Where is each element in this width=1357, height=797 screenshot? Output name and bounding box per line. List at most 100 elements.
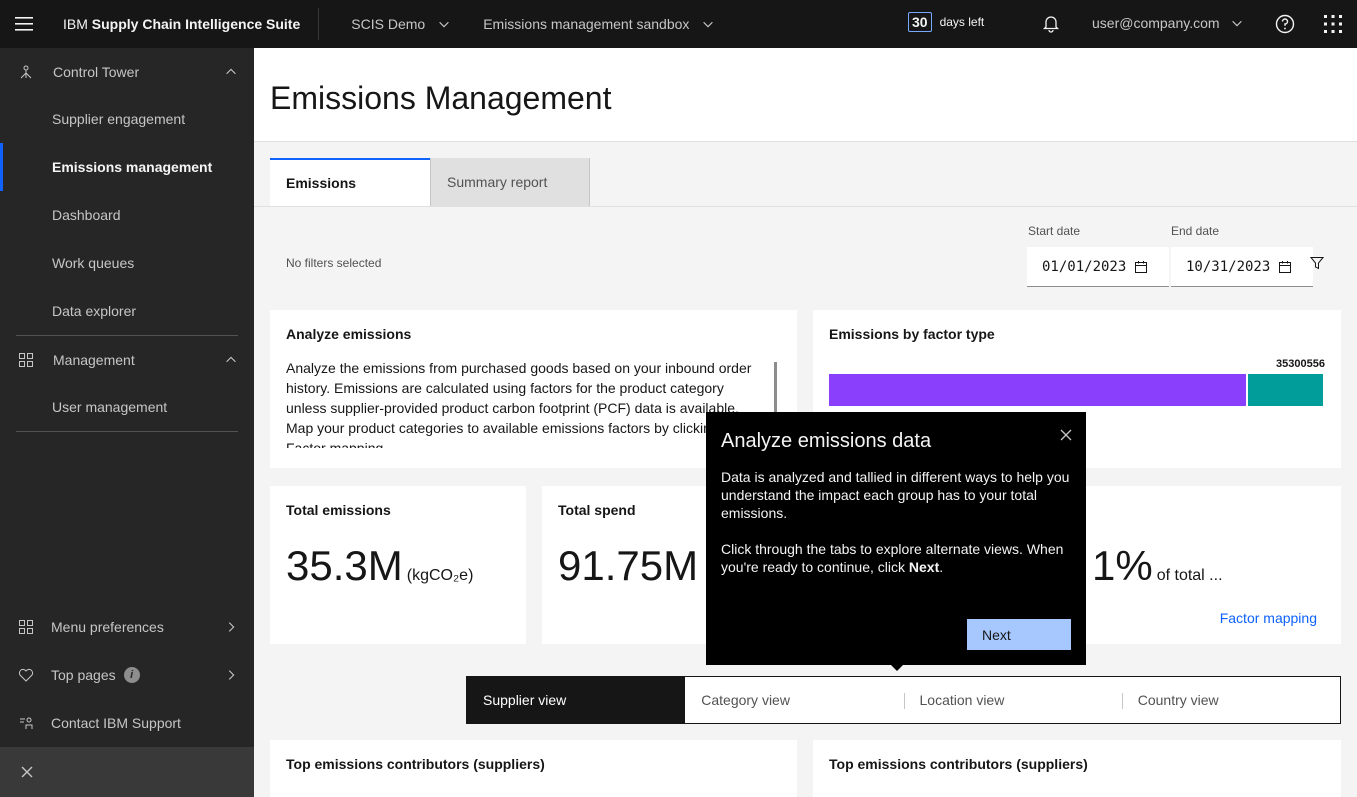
- tour-text: Click through the tabs to explore altern…: [721, 541, 1064, 575]
- supplier-view-tab[interactable]: Supplier view: [467, 677, 686, 723]
- bar-segment[interactable]: [829, 374, 1246, 406]
- tour-paragraph: Click through the tabs to explore altern…: [721, 540, 1071, 576]
- nav-contact-support[interactable]: Contact IBM Support: [0, 699, 254, 747]
- kpi-value: 35.3M (kgCO₂e): [286, 542, 473, 590]
- close-icon[interactable]: [1060, 428, 1072, 446]
- brand-prefix: IBM: [63, 16, 88, 32]
- nav-group-label: Control Tower: [53, 63, 140, 80]
- tour-body: Data is analyzed and tallied in differen…: [721, 468, 1071, 576]
- next-button[interactable]: Next: [967, 619, 1071, 650]
- chevron-right-icon: [228, 670, 235, 680]
- chevron-down-icon: [703, 21, 714, 28]
- chevron-right-icon: [228, 622, 235, 632]
- top-contributors-chart-card: Top emissions contributors (suppliers): [813, 740, 1341, 797]
- chevron-up-icon: [226, 68, 236, 75]
- network-icon: [18, 63, 36, 81]
- tab-list: Emissions Summary report: [270, 158, 590, 206]
- card-title: Total emissions: [286, 502, 391, 518]
- card-title: Analyze emissions: [286, 326, 412, 342]
- filter-icon[interactable]: [1309, 256, 1325, 275]
- trial-days-left: 30 days left: [908, 12, 984, 32]
- tour-emphasis: Next: [908, 559, 940, 575]
- guided-tour-popover: Analyze emissions data Data is analyzed …: [706, 412, 1086, 671]
- nav-item-work-queues[interactable]: Work queues: [0, 239, 254, 287]
- days-text: days left: [939, 15, 985, 29]
- notification-icon[interactable]: [1041, 13, 1061, 38]
- tour-title: Analyze emissions data: [721, 430, 932, 452]
- days-count: 30: [908, 12, 932, 32]
- nav-bottom-label: Contact IBM Support: [51, 715, 181, 731]
- nav-item-dashboard[interactable]: Dashboard: [0, 191, 254, 239]
- nav-bottom-label: Top pages: [51, 667, 116, 683]
- chevron-up-icon: [226, 356, 236, 363]
- info-icon[interactable]: i: [123, 667, 140, 683]
- grid-icon: [18, 619, 36, 635]
- nav-bottom-label: Menu preferences: [51, 619, 164, 635]
- nav-group-management[interactable]: Management: [0, 336, 254, 383]
- view-switcher: Supplier view Category view Location vie…: [466, 676, 1341, 724]
- workspace-dropdown[interactable]: Emissions management sandbox: [467, 0, 731, 48]
- end-date-input[interactable]: 10/31/2023: [1171, 247, 1313, 287]
- user-email: user@company.com: [1092, 15, 1220, 31]
- start-date-label: Start date: [1028, 224, 1081, 238]
- nav-item-supplier-engagement[interactable]: Supplier engagement: [0, 95, 254, 143]
- nav-menu-preferences[interactable]: Menu preferences: [0, 603, 254, 651]
- dashboard-icon: [18, 351, 36, 369]
- tenant-label: SCIS Demo: [351, 16, 426, 32]
- nav-item-data-explorer[interactable]: Data explorer: [0, 287, 254, 335]
- tab-emissions[interactable]: Emissions: [270, 158, 430, 206]
- card-title: Top emissions contributors (suppliers): [829, 756, 1088, 772]
- bar-total-label: 35300556: [1276, 358, 1325, 370]
- nav-top-pages[interactable]: Top pages i: [0, 651, 254, 699]
- kpi-value: 1% of total ...: [1092, 542, 1223, 590]
- factor-mapping-link[interactable]: Factor mapping: [1220, 610, 1317, 626]
- side-nav: Control Tower Supplier engagement Emissi…: [0, 48, 254, 797]
- tab-summary-report[interactable]: Summary report: [430, 158, 590, 206]
- popover-caret: [891, 665, 903, 671]
- help-icon[interactable]: [1274, 13, 1296, 40]
- nav-bottom: Menu preferences Top pages i Contact IBM…: [0, 603, 254, 747]
- start-date-value: 01/01/2023: [1042, 258, 1127, 275]
- nav-group-label: Management: [53, 351, 135, 368]
- nav-item-user-management[interactable]: User management: [0, 383, 254, 431]
- tour-text: .: [939, 559, 944, 575]
- top-contributors-list-card: Top emissions contributors (suppliers): [270, 740, 797, 797]
- stacked-bar: [829, 374, 1323, 406]
- card-title: Total spend: [558, 502, 636, 518]
- kpi-suffix: of total ...: [1156, 567, 1223, 584]
- card-title: Emissions by factor type: [829, 326, 995, 342]
- heart-icon: [18, 667, 36, 683]
- support-icon: [18, 715, 36, 731]
- app-switcher-icon[interactable]: [1323, 14, 1343, 39]
- bar-segment[interactable]: [1246, 374, 1323, 406]
- brand-name: Supply Chain Intelligence Suite: [91, 16, 301, 32]
- close-icon[interactable]: [0, 747, 254, 797]
- nav-divider: [16, 431, 238, 432]
- location-view-tab[interactable]: Location view: [903, 677, 1122, 723]
- end-date-label: End date: [1171, 224, 1220, 238]
- tour-paragraph: Data is analyzed and tallied in differen…: [721, 469, 1070, 521]
- chevron-down-icon: [439, 21, 449, 28]
- kpi-number: 1%: [1092, 542, 1153, 589]
- filter-status: No filters selected: [286, 256, 382, 270]
- nav-group-control-tower[interactable]: Control Tower: [0, 48, 254, 95]
- tab-divider: [254, 206, 1357, 207]
- analyze-description: Analyze the emissions from purchased goo…: [286, 360, 752, 448]
- country-view-tab[interactable]: Country view: [1121, 677, 1340, 723]
- kpi-number: 91.75M: [558, 542, 699, 589]
- user-menu[interactable]: user@company.com: [1092, 15, 1244, 31]
- page-title: Emissions Management: [270, 80, 612, 116]
- calendar-icon[interactable]: [1278, 260, 1292, 274]
- start-date-input[interactable]: 01/01/2023: [1027, 247, 1169, 287]
- nav-item-emissions-management[interactable]: Emissions management: [0, 143, 254, 191]
- chevron-down-icon: [1231, 20, 1242, 27]
- brand-title[interactable]: IBM Supply Chain Intelligence Suite: [48, 16, 318, 32]
- total-emissions-card: Total emissions 35.3M (kgCO₂e): [270, 486, 526, 644]
- hamburger-icon[interactable]: [0, 0, 48, 48]
- category-view-tab[interactable]: Category view: [685, 677, 903, 723]
- tenant-dropdown[interactable]: SCIS Demo: [319, 0, 467, 48]
- end-date-value: 10/31/2023: [1186, 258, 1271, 275]
- page-header: Emissions Management: [254, 48, 1357, 142]
- calendar-icon[interactable]: [1134, 260, 1148, 274]
- card-title: Top emissions contributors (suppliers): [286, 756, 545, 772]
